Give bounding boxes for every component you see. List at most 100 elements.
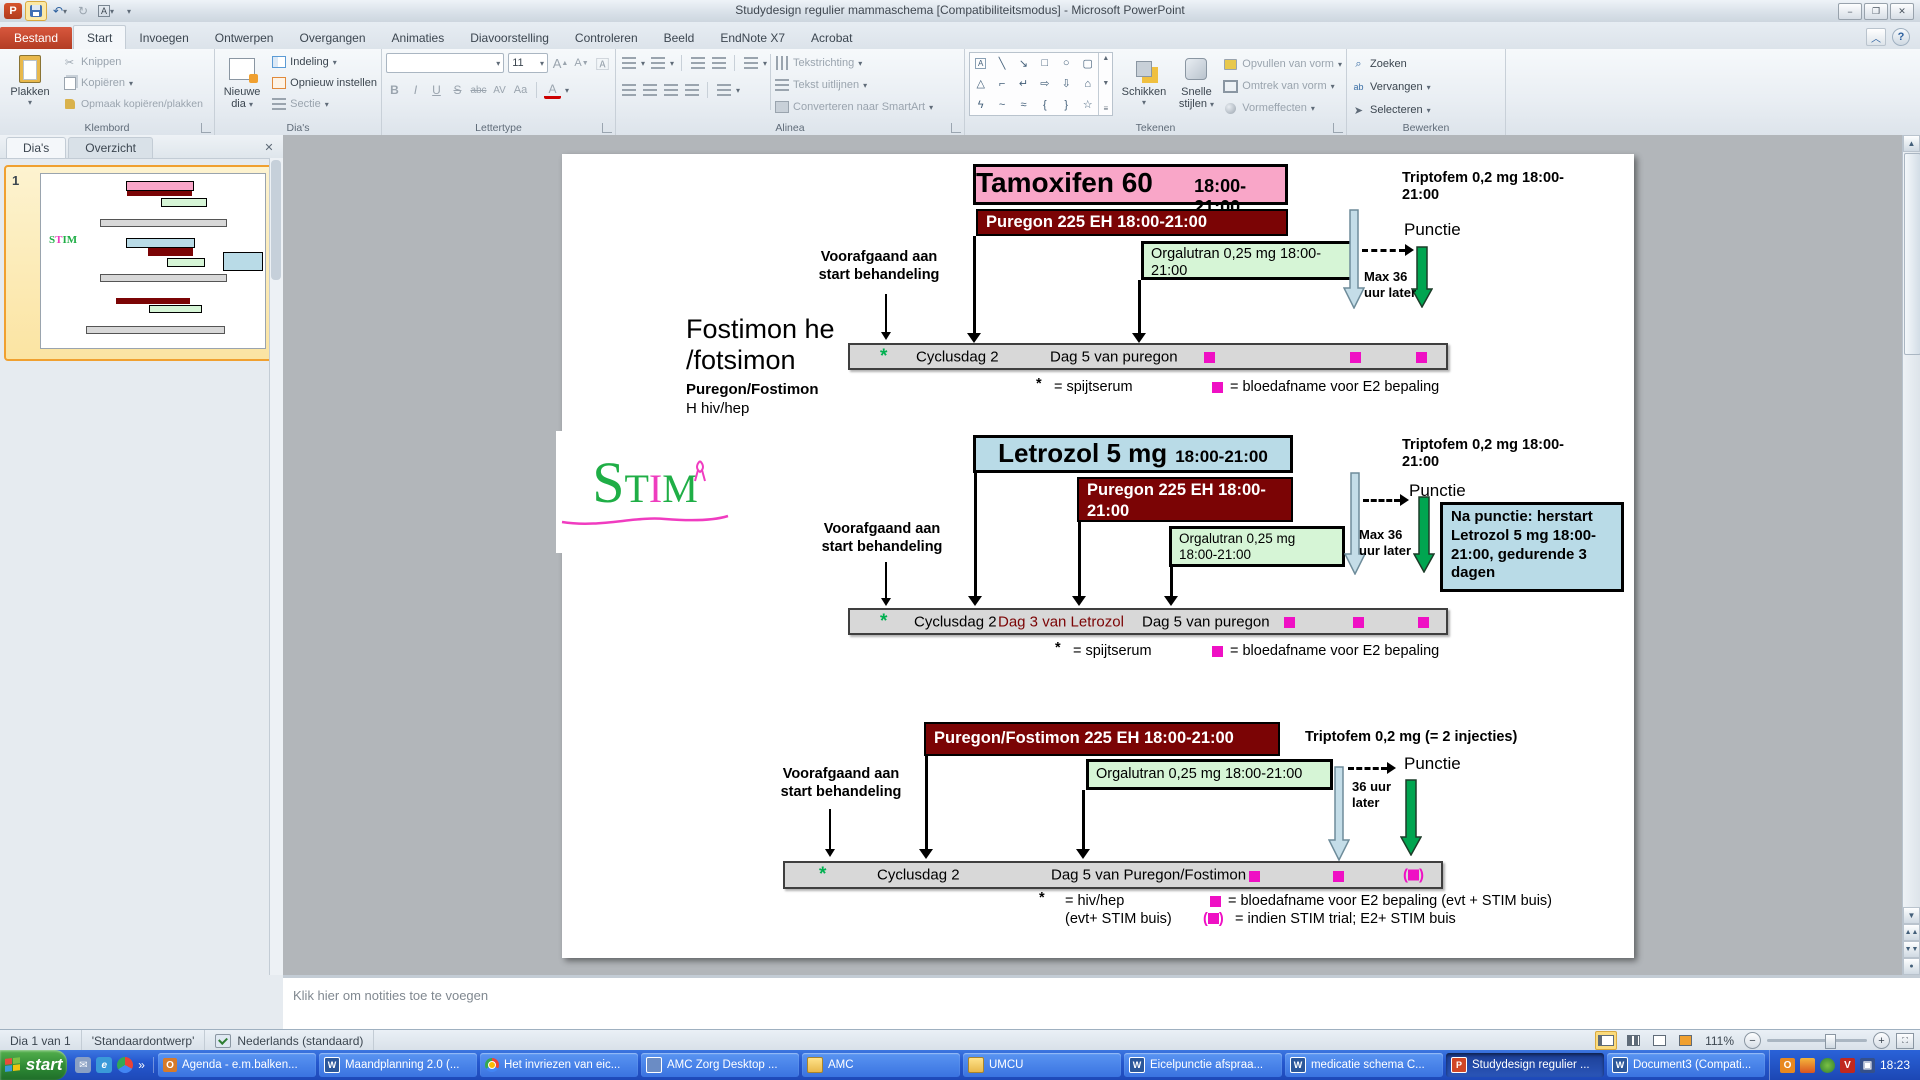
- dashed-arrow-3[interactable]: [1348, 762, 1396, 774]
- notes-pane[interactable]: Klik hier om notities toe te voegen: [283, 975, 1920, 1032]
- font-size-combobox[interactable]: 11▾: [508, 53, 548, 73]
- ie-quick-icon[interactable]: e: [96, 1057, 112, 1073]
- zoom-slider-thumb[interactable]: [1825, 1034, 1836, 1049]
- punctie-label-1[interactable]: Punctie: [1404, 220, 1461, 240]
- dashed-arrow-2[interactable]: [1363, 494, 1409, 506]
- change-case-button[interactable]: Aa: [512, 82, 529, 99]
- minimize-button[interactable]: −: [1838, 3, 1862, 20]
- legend-stimbuis-text[interactable]: (evt+ STIM buis): [1065, 911, 1172, 927]
- max-later-label-2[interactable]: Max 36 uur later: [1359, 527, 1417, 558]
- shadow-button[interactable]: S: [449, 82, 466, 99]
- zoom-slider[interactable]: [1767, 1039, 1867, 1042]
- timeline-bar-3[interactable]: * Cyclusdag 2 Dag 5 van Puregon/Fostimon…: [783, 861, 1443, 889]
- shape-oval-icon[interactable]: ○: [1063, 57, 1070, 69]
- taskbar-item-amc-folder[interactable]: AMC: [802, 1053, 960, 1077]
- tab-invoegen[interactable]: Invoegen: [126, 27, 201, 49]
- section-button[interactable]: Sectie▾: [271, 94, 377, 114]
- clear-formatting-button[interactable]: 🄰: [594, 55, 611, 72]
- black-arrow-2b[interactable]: [1072, 522, 1086, 606]
- smartart-button[interactable]: Converteren naar SmartArt▾: [774, 97, 933, 117]
- pre-treatment-label-3[interactable]: Voorafgaand aan start behandeling: [777, 765, 905, 801]
- shape-elbow-icon[interactable]: ⌐: [999, 78, 1005, 90]
- tab-ontwerpen[interactable]: Ontwerpen: [202, 27, 287, 49]
- dashed-arrow-1[interactable]: [1362, 244, 1414, 256]
- punctie-label-3[interactable]: Punctie: [1404, 754, 1461, 774]
- columns-button[interactable]: [715, 82, 732, 99]
- italic-button[interactable]: I: [407, 82, 424, 99]
- select-button[interactable]: ➤Selecteren▾: [1351, 100, 1501, 120]
- tray-display-icon[interactable]: ▣: [1860, 1058, 1875, 1073]
- shape-outline-button[interactable]: Omtrek van vorm▾: [1223, 76, 1342, 96]
- taskbar-item-eicelpunctie[interactable]: WEicelpunctie afspraa...: [1124, 1053, 1282, 1077]
- close-pane-icon[interactable]: ✕: [261, 139, 277, 155]
- shape-triangle-icon[interactable]: △: [976, 77, 984, 90]
- tamoxifen-box[interactable]: Tamoxifen 60 mg18:00-21:00: [973, 164, 1288, 205]
- shape-elbow-arrow-icon[interactable]: ↵: [1019, 77, 1028, 90]
- legend-asterisk-icon-2[interactable]: *: [1055, 640, 1061, 656]
- shape-line-icon[interactable]: ╲: [999, 57, 1006, 70]
- orgalutran-box-1[interactable]: Orgalutran 0,25 mg 18:00-21:00: [1141, 241, 1353, 280]
- orgalutran-box-2[interactable]: Orgalutran 0,25 mg 18:00-21:00: [1169, 526, 1345, 567]
- taskbar-item-invriezen[interactable]: Het invriezen van eic...: [480, 1053, 638, 1077]
- text-direction-button[interactable]: Tekstrichting▾: [774, 53, 933, 73]
- character-spacing-button[interactable]: AV: [491, 82, 508, 99]
- align-left-button[interactable]: [620, 82, 637, 99]
- normal-view-button[interactable]: [1595, 1031, 1617, 1050]
- slideshow-view-button[interactable]: [1675, 1032, 1695, 1049]
- strikethrough-button[interactable]: abc: [470, 82, 487, 99]
- shape-effects-button[interactable]: Vormeffecten▾: [1223, 98, 1342, 118]
- max-later-label-1[interactable]: Max 36 uur later: [1364, 269, 1426, 300]
- legend-asterisk-icon-3[interactable]: *: [1039, 890, 1045, 906]
- tray-outlook-icon[interactable]: O: [1780, 1058, 1795, 1073]
- layout-button[interactable]: Indeling▾: [271, 52, 377, 72]
- font-name-combobox[interactable]: ▾: [386, 53, 504, 73]
- puregon-box-2[interactable]: Puregon 225 EH 18:00-21:00: [1077, 477, 1293, 522]
- scrollbar-thumb[interactable]: [1904, 153, 1920, 355]
- pre-arrow-1[interactable]: [879, 294, 893, 340]
- tab-beeld[interactable]: Beeld: [651, 27, 708, 49]
- pre-treatment-label-1[interactable]: Voorafgaand aan start behandeling: [814, 248, 944, 284]
- pre-arrow-3[interactable]: [823, 809, 837, 857]
- tab-animaties[interactable]: Animaties: [379, 27, 458, 49]
- legend-asterisk-text-2[interactable]: = spijtserum: [1073, 643, 1152, 659]
- black-arrow-3a[interactable]: [919, 756, 933, 859]
- outlook-quick-icon[interactable]: ✉: [75, 1057, 91, 1073]
- tekenen-dialog-launcher[interactable]: [1333, 123, 1343, 133]
- slides-pane-scrollbar[interactable]: [269, 158, 283, 975]
- reset-slide-button[interactable]: Opnieuw instellen: [271, 73, 377, 93]
- green-arrow-3[interactable]: [1400, 779, 1422, 856]
- shape-scribble-icon[interactable]: ϟ: [978, 99, 984, 111]
- tab-overgangen[interactable]: Overgangen: [286, 27, 378, 49]
- numbering-button[interactable]: [649, 55, 666, 72]
- shape-down-arrow-icon[interactable]: ⇩: [1062, 77, 1071, 90]
- timeline-bar-2[interactable]: * Cyclusdag 2 Dag 3 van Letrozol Dag 5 v…: [848, 608, 1448, 635]
- quick-styles-button[interactable]: Snellestijlen ▾: [1175, 52, 1219, 118]
- help-button[interactable]: ?: [1892, 28, 1910, 46]
- legend-square-icon-1[interactable]: [1212, 382, 1223, 393]
- lightblue-arrow-2[interactable]: [1344, 472, 1366, 575]
- slide-thumbnail[interactable]: STIM: [40, 173, 266, 349]
- taskbar-item-umcu-folder[interactable]: UMCU: [963, 1053, 1121, 1077]
- alinea-dialog-launcher[interactable]: [951, 123, 961, 133]
- shapes-more-button[interactable]: ≡: [1104, 104, 1109, 113]
- taskbar-item-medicatie[interactable]: Wmedicatie schema C...: [1285, 1053, 1443, 1077]
- close-button[interactable]: ✕: [1890, 3, 1914, 20]
- tray-green-icon[interactable]: [1820, 1058, 1835, 1073]
- pre-treatment-label-2[interactable]: Voorafgaand aan start behandeling: [817, 520, 947, 556]
- slide-thumbnail-selected[interactable]: 1 STIM: [4, 165, 278, 361]
- lightblue-arrow-3[interactable]: [1328, 766, 1350, 861]
- triptofem-label-1[interactable]: Triptofem 0,2 mg 18:00-21:00: [1402, 170, 1567, 203]
- zoom-in-button[interactable]: +: [1873, 1032, 1890, 1049]
- shapes-scroll-down-icon[interactable]: ▼: [1102, 80, 1109, 87]
- taskbar-item-maandplanning[interactable]: WMaandplanning 2.0 (...: [319, 1053, 477, 1077]
- arrange-button[interactable]: Schikken ▾: [1118, 52, 1169, 118]
- tab-endnote[interactable]: EndNote X7: [707, 27, 798, 49]
- slide-canvas[interactable]: Tamoxifen 60 mg18:00-21:00 Puregon 225 E…: [562, 154, 1634, 958]
- lightblue-arrow-1[interactable]: [1343, 209, 1365, 309]
- legend-square-text-3[interactable]: = bloedafname voor E2 bepaling (evt + ST…: [1228, 893, 1552, 909]
- grow-font-button[interactable]: A▲: [552, 55, 569, 72]
- puregon-fostimon-box[interactable]: Puregon/Fostimon 225 EH 18:00-21:00: [924, 722, 1280, 756]
- triptofem-label-2[interactable]: Triptofem 0,2 mg 18:00-21:00: [1402, 437, 1567, 470]
- black-arrow-2c[interactable]: [1164, 567, 1178, 606]
- taskbar-item-document3[interactable]: WDocument3 (Compati...: [1607, 1053, 1765, 1077]
